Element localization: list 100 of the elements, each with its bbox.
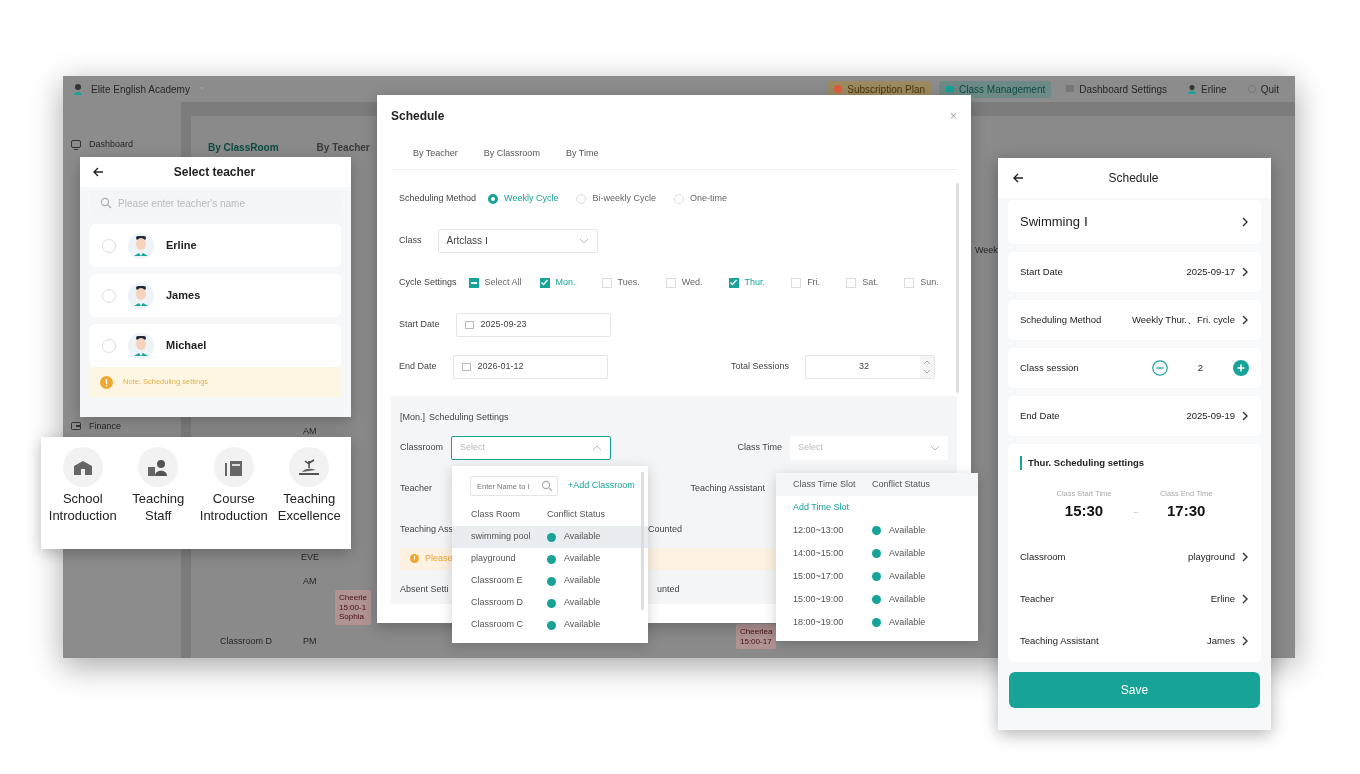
field-label: Cycle Settings	[399, 275, 457, 289]
status-dot	[872, 618, 881, 627]
status-dot	[547, 620, 556, 630]
mode-tab[interactable]: By Teacher	[413, 147, 458, 161]
sidebar-item[interactable]: Finance	[71, 419, 122, 433]
radio-button[interactable]	[102, 288, 116, 303]
status-dot	[872, 549, 881, 558]
chevron-right-icon	[1241, 217, 1249, 227]
calendar-icon	[464, 319, 475, 330]
feature-label[interactable]: Teaching Staff	[120, 491, 196, 525]
checkbox-option[interactable]: Select All	[468, 275, 522, 290]
field-label: Teaching Ass	[400, 522, 454, 536]
field-label: Teaching Assistant	[690, 481, 765, 495]
calendar-event: Cheerle 15:00-1 Sophia	[335, 590, 371, 625]
teacher-option[interactable]: James	[90, 274, 341, 317]
menu-item[interactable]: Dashboard Settings	[1059, 80, 1174, 98]
menu-item[interactable]: Erline	[1181, 80, 1233, 98]
radio-option[interactable]: One-time	[673, 191, 727, 206]
chevron-right-icon	[1241, 636, 1249, 646]
column-header: Conflict Status	[547, 508, 606, 522]
field-label: Start Date	[399, 317, 440, 331]
setting-row[interactable]: Start Date 2025-09-17	[1008, 252, 1261, 292]
setting-row[interactable]: Teaching Assistant James	[1020, 620, 1249, 662]
minus-icon[interactable]	[1151, 360, 1168, 376]
section-title: Scheduling Settings	[429, 410, 509, 424]
setting-row[interactable]: Scheduling Method Weekly Thur.、Fri. cycle	[1008, 300, 1261, 340]
field-label: Class	[399, 233, 422, 247]
stepper-row: Class session 2	[1008, 348, 1261, 388]
classroom-option[interactable]: swimming pool Available	[452, 526, 648, 548]
checkbox-option[interactable]: Sat.	[846, 275, 879, 290]
avatar-icon	[128, 231, 154, 260]
avatar-icon	[128, 281, 154, 310]
end-time[interactable]: 17:30	[1159, 499, 1213, 522]
radio-option[interactable]: Bi-weekly Cycle	[576, 191, 656, 206]
start-time[interactable]: 15:30	[1056, 499, 1112, 522]
date-field[interactable]: 2025-09-23	[455, 312, 611, 337]
period-label: EVE	[301, 551, 319, 564]
classroom-option[interactable]: Classroom E Available	[452, 570, 648, 592]
time-slot-option[interactable]: 18:00~19:00 Available	[776, 611, 978, 634]
radio-button[interactable]	[102, 238, 116, 253]
back-arrow-icon[interactable]	[92, 166, 104, 178]
date-field[interactable]: 2026-01-12	[452, 354, 608, 379]
academy-name[interactable]: Elite English Academy	[91, 81, 190, 97]
checkbox-option[interactable]: Sun.	[904, 275, 939, 290]
avatar-icon	[128, 331, 154, 360]
wallet-icon	[71, 421, 81, 432]
chevron-right-icon	[1241, 552, 1249, 562]
classroom-option[interactable]: Classroom C Available	[452, 614, 648, 636]
class-picker[interactable]: Swimming Ⅰ	[1008, 200, 1261, 244]
user-icon	[1187, 84, 1198, 94]
chevron-right-icon	[1241, 594, 1249, 604]
feature-label[interactable]: School Introduction	[45, 491, 121, 525]
search-icon	[100, 197, 112, 209]
setting-row[interactable]: Teacher Erline	[1020, 578, 1249, 620]
checkbox-option[interactable]: Tues.	[601, 275, 640, 290]
column-header: Conflict Status	[872, 477, 931, 491]
section-day: [Mon.]	[400, 410, 425, 425]
row-label: Classroom D	[220, 635, 272, 648]
dialog-title: Schedule	[391, 108, 446, 125]
classroom-option[interactable]: playground Available	[452, 548, 648, 570]
feature-label[interactable]: Course Introduction	[196, 491, 272, 525]
number-field[interactable]: 32	[805, 354, 935, 379]
menu-item[interactable]: Quit	[1240, 80, 1285, 98]
mode-tab[interactable]: By Classroom	[483, 147, 540, 161]
field-label: Absent Setti	[400, 582, 449, 596]
status-dot	[872, 572, 881, 581]
person-icon	[73, 83, 83, 95]
tick-icon	[540, 278, 550, 287]
classroom-option[interactable]: Classroom D Available	[452, 592, 648, 614]
chevron-down-icon	[578, 236, 589, 245]
dash-icon	[470, 281, 477, 284]
time-slot-option[interactable]: 12:00~13:00 Available	[776, 519, 978, 542]
teacher-option[interactable]: Michael	[90, 324, 341, 367]
column-header: Class Room	[471, 508, 521, 522]
status-dot	[872, 526, 881, 535]
panel-title: Select teacher	[172, 164, 257, 181]
checkbox-option[interactable]: Fri.	[791, 275, 821, 290]
back-arrow-icon[interactable]	[1012, 172, 1024, 184]
time-slot-option[interactable]: 15:00~19:00 Available	[776, 588, 978, 611]
field-label: Scheduling Method	[399, 191, 477, 205]
class-select[interactable]: Artclass Ⅰ	[437, 228, 598, 253]
period-label: AM	[303, 575, 317, 588]
status-dot	[872, 595, 881, 604]
warning-icon	[100, 375, 113, 389]
chevron-down-icon	[930, 443, 940, 452]
teacher-option[interactable]: Erline	[90, 224, 341, 267]
search-icon	[541, 480, 553, 492]
period-label: PM	[303, 635, 317, 648]
status-dot	[547, 598, 556, 608]
sidebar-item[interactable]: Dashboard	[71, 138, 134, 152]
tick-icon	[729, 278, 739, 287]
checkbox-option[interactable]: Wed.	[665, 275, 703, 290]
feature-label[interactable]: Teaching Excellence	[271, 491, 347, 525]
radio-button[interactable]	[102, 338, 116, 353]
calendar-event: Cheerlea 15:00-17	[736, 624, 777, 650]
mode-tab[interactable]: By Time	[565, 147, 599, 161]
option-text: unted	[657, 582, 680, 596]
setting-row[interactable]: Classroom playground	[1020, 536, 1249, 578]
setting-row[interactable]: End Date 2025-09-19	[1008, 396, 1261, 436]
plus-icon[interactable]	[1233, 360, 1249, 376]
